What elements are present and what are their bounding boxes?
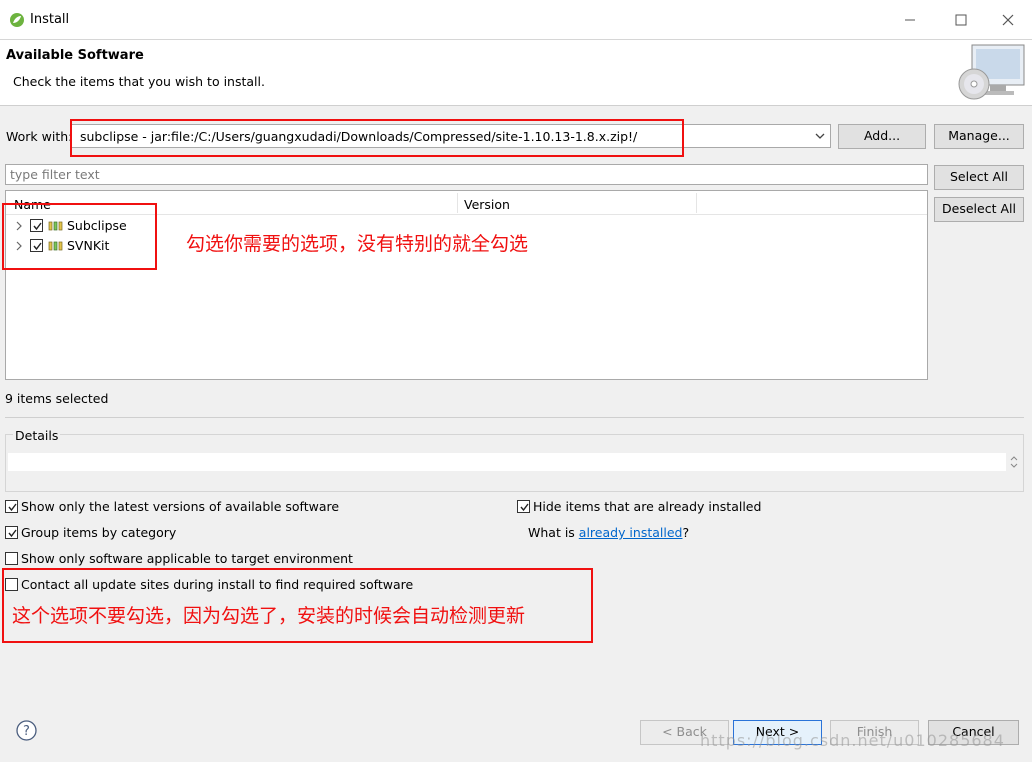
svg-text:?: ? [23, 724, 30, 739]
maximize-icon [955, 14, 967, 26]
hide-installed-checkbox[interactable] [517, 500, 530, 513]
chevron-down-icon[interactable] [813, 129, 827, 143]
what-is-prefix: What is [528, 525, 579, 540]
close-icon [1002, 14, 1014, 26]
work-with-label: Work with: [6, 129, 73, 144]
title-bar: Install [0, 0, 1032, 40]
details-label: Details [13, 428, 61, 443]
annotation-tree-note: 勾选你需要的选项，没有特别的就全勾选 [186, 233, 529, 255]
scroll-arrows-icon[interactable] [1008, 453, 1020, 471]
column-divider [696, 193, 697, 213]
checkmark-icon [520, 503, 529, 512]
annotation-box-work-with [70, 119, 684, 157]
checkmark-icon [8, 529, 17, 538]
what-is-suffix: ? [682, 525, 690, 540]
page-description: Check the items that you wish to install… [13, 74, 265, 89]
target-environment-checkbox[interactable] [5, 552, 18, 565]
window-title: Install [30, 12, 70, 27]
divider [5, 417, 1024, 418]
minimize-icon [905, 19, 915, 21]
checkmark-icon [8, 503, 17, 512]
install-cd-icon [958, 44, 1025, 100]
select-all-button[interactable]: Select All [934, 165, 1024, 190]
hide-installed-label: Hide items that are already installed [533, 499, 762, 514]
maximize-button[interactable] [946, 8, 976, 32]
manage-sites-button[interactable]: Manage... [934, 124, 1024, 149]
selection-count: 9 items selected [5, 391, 109, 406]
column-header-version[interactable]: Version [464, 197, 510, 212]
target-environment-label: Show only software applicable to target … [21, 551, 353, 566]
help-icon[interactable]: ? [16, 720, 37, 741]
already-installed-link[interactable]: already installed [579, 525, 683, 540]
minimize-button[interactable] [895, 8, 925, 32]
group-by-category-label: Group items by category [21, 525, 177, 540]
annotation-box-tree [2, 203, 157, 270]
group-by-category-checkbox[interactable] [5, 526, 18, 539]
already-installed-info: What is already installed? [528, 525, 689, 540]
wizard-banner: Available Software Check the items that … [0, 40, 1032, 106]
filter-input[interactable] [5, 164, 928, 185]
watermark: https://blog.csdn.net/u010285684 [700, 731, 1005, 750]
latest-versions-checkbox[interactable] [5, 500, 18, 513]
column-divider [457, 193, 458, 213]
latest-versions-label: Show only the latest versions of availab… [21, 499, 340, 514]
eclipse-leaf-icon [10, 13, 24, 27]
details-text-area[interactable] [8, 453, 1006, 471]
annotation-contact-note: 这个选项不要勾选，因为勾选了，安装的时候会自动检测更新 [12, 605, 526, 627]
deselect-all-button[interactable]: Deselect All [934, 197, 1024, 222]
add-site-button[interactable]: Add... [838, 124, 926, 149]
close-button[interactable] [993, 8, 1023, 32]
page-title: Available Software [6, 48, 144, 63]
